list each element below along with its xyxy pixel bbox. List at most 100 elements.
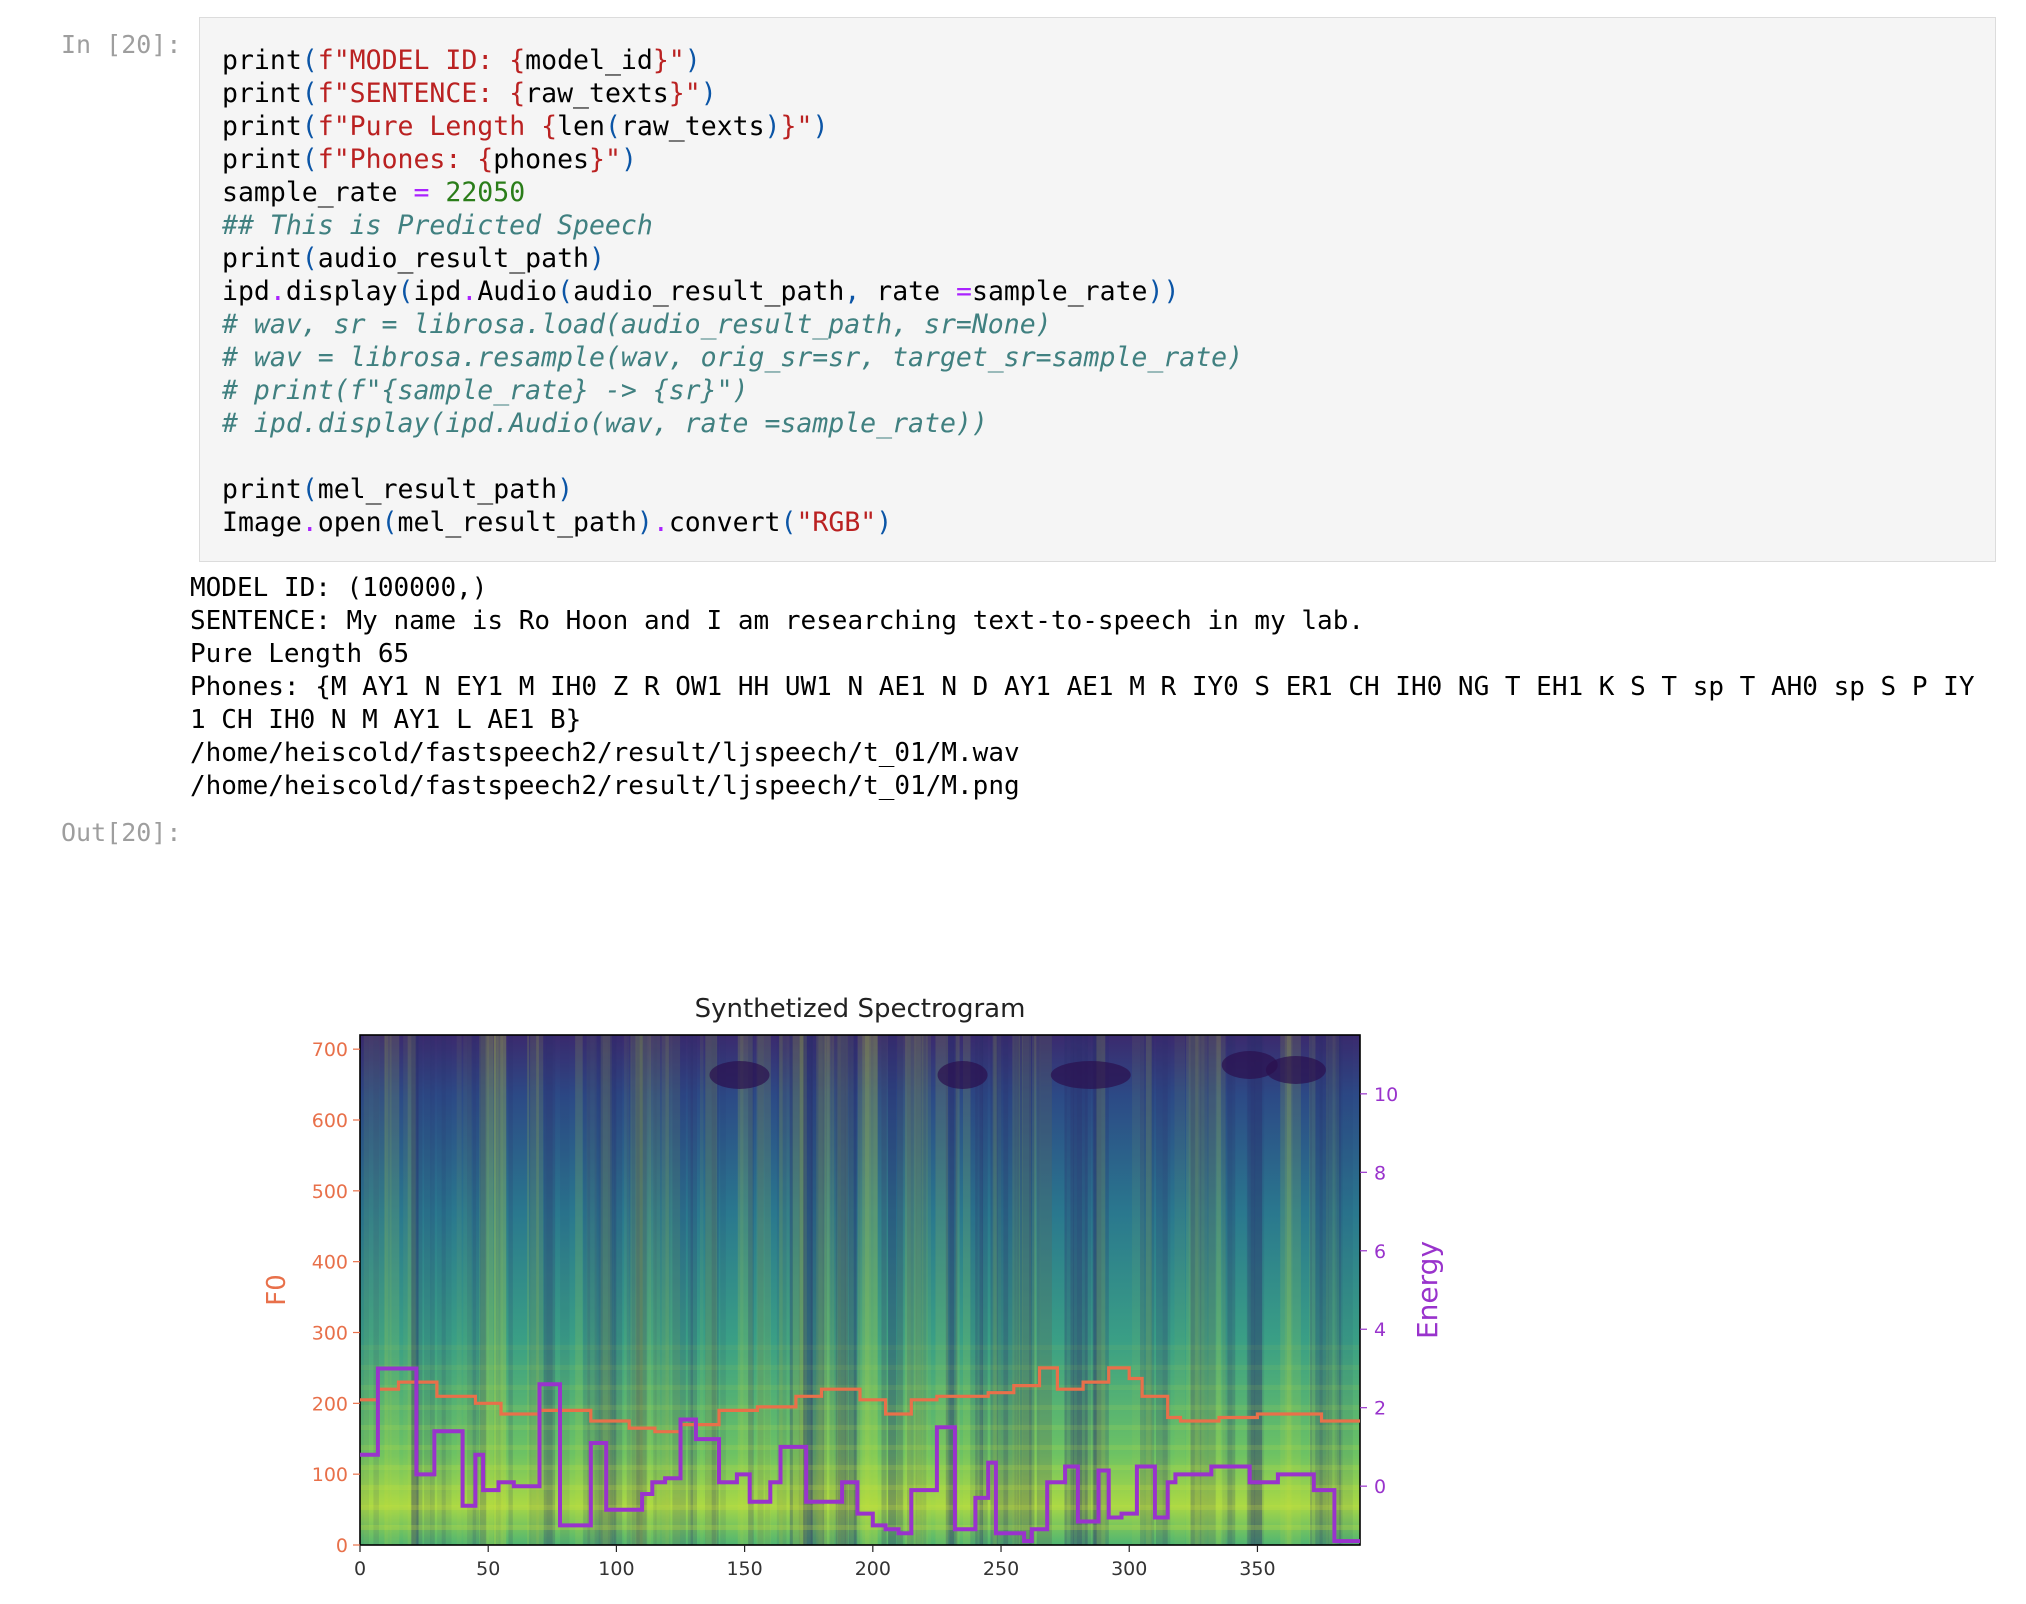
harmonic-band	[360, 1405, 1360, 1410]
output-line: Pure Length 65	[190, 639, 410, 669]
x-tick-label: 350	[1239, 1558, 1275, 1580]
code-token: mel_result_path	[317, 474, 558, 505]
x-tick-label: 50	[476, 1558, 500, 1580]
output-line: 1 CH IH0 N M AY1 L AE1 B}	[190, 705, 582, 735]
code-token: (	[301, 111, 318, 142]
code-token: (	[301, 144, 318, 175]
y-left-axis-label: F0	[262, 1274, 292, 1306]
harmonic-band	[360, 1345, 1360, 1350]
code-token: Image	[222, 507, 302, 538]
spectrogram-dark-spot	[1265, 1056, 1326, 1084]
code-token: =	[413, 177, 430, 208]
code-token: ,	[844, 276, 877, 307]
code-token: len	[557, 111, 605, 142]
code-line: print(audio_result_path)	[222, 242, 1243, 275]
code-token: print	[222, 45, 302, 76]
code-token: ipd	[222, 276, 270, 307]
code-line: ipd.display(ipd.Audio(audio_result_path,…	[222, 275, 1243, 308]
code-token: print	[222, 78, 302, 109]
output-line: /home/heiscold/fastspeech2/result/ljspee…	[190, 771, 1020, 801]
code-line: # ipd.display(ipd.Audio(wav, rate =sampl…	[222, 407, 1243, 440]
code-token: )	[764, 111, 781, 142]
code-token: (	[397, 276, 414, 307]
output-line: Phones: {M AY1 N EY1 M IH0 Z R OW1 HH UW…	[190, 672, 1975, 702]
code-token: "	[604, 144, 621, 175]
code-token: open	[317, 507, 382, 538]
y-left-tick-label: 200	[312, 1393, 348, 1415]
code-token: audio_result_path	[317, 243, 589, 274]
input-prompt: In [20]:	[61, 30, 182, 59]
harmonic-band	[360, 1425, 1360, 1430]
y-left-tick-label: 500	[312, 1181, 348, 1203]
y-right-tick-label: 10	[1374, 1084, 1398, 1106]
y-right-tick-label: 4	[1374, 1319, 1386, 1341]
y-left-tick-label: 0	[336, 1535, 348, 1557]
code-token: convert	[668, 507, 781, 538]
code-line: print(f"SENTENCE: {raw_texts}")	[222, 77, 1243, 110]
code-token: phones	[493, 144, 589, 175]
code-token: mel_result_path	[397, 507, 637, 538]
code-content[interactable]: print(f"MODEL ID: {model_id}") print(f"SE…	[222, 44, 1243, 539]
code-line: print(f"Pure Length {len(raw_texts)}")	[222, 110, 1243, 143]
output-line: SENTENCE: My name is Ro Hoon and I am re…	[190, 606, 1364, 636]
code-token: # ipd.display(ipd.Audio(wav, rate =sampl…	[222, 408, 988, 439]
code-token: )	[684, 45, 701, 76]
x-tick-label: 200	[855, 1558, 891, 1580]
code-line: # print(f"{sample_rate} -> {sr}")	[222, 374, 1243, 407]
code-token: (	[780, 507, 797, 538]
y-right-tick-label: 0	[1374, 1476, 1386, 1498]
code-token: (	[557, 276, 574, 307]
code-token: model_id	[525, 45, 653, 76]
x-tick-label: 250	[983, 1558, 1019, 1580]
chart-title: Synthetized Spectrogram	[695, 994, 1026, 1024]
spectrogram-chart: Synthetized Spectrogram0 50 100 150 200 250 30…	[262, 994, 1444, 1580]
code-token: )	[620, 144, 637, 175]
y-right-tick-label: 8	[1374, 1162, 1386, 1184]
code-line: # wav = librosa.resample(wav, orig_sr=sr…	[222, 341, 1243, 374]
code-token: .	[461, 276, 478, 307]
harmonic-band	[360, 1365, 1360, 1370]
code-token: (	[301, 474, 318, 505]
x-tick-label: 0	[354, 1558, 366, 1580]
code-token: ipd	[413, 276, 462, 307]
code-token: print	[222, 144, 302, 175]
x-tick-label: 300	[1111, 1558, 1147, 1580]
code-token: print	[222, 243, 302, 274]
stdout-output: MODEL ID: (100000,) SENTENCE: My name is …	[190, 572, 1974, 803]
code-token: raw_texts	[525, 78, 669, 109]
y-right-tick-label: 6	[1374, 1241, 1386, 1263]
code-editor[interactable]: print(f"MODEL ID: {model_id}") print(f"SE…	[199, 17, 1996, 562]
code-token: sample_rate	[222, 177, 414, 208]
y-left-tick-label: 300	[312, 1323, 348, 1345]
y-left-tick-label: 700	[312, 1039, 348, 1061]
code-token: ## This is Predicted Speech	[222, 210, 653, 241]
harmonic-band	[360, 1505, 1360, 1510]
code-token: # wav = librosa.resample(wav, orig_sr=sr…	[222, 342, 1244, 373]
code-token: f"MODEL ID:	[317, 45, 510, 76]
code-token: # wav, sr = librosa.load(audio_result_pa…	[222, 309, 1052, 340]
code-line: print(mel_result_path)	[222, 473, 1243, 506]
harmonic-band	[360, 1525, 1360, 1530]
code-token: }	[652, 45, 669, 76]
y-right-tick-label: 2	[1374, 1398, 1386, 1420]
code-token: .	[652, 507, 669, 538]
code-token: }	[780, 111, 797, 142]
y-left-tick-label: 400	[312, 1252, 348, 1274]
spectrogram-dark-spot	[937, 1061, 988, 1089]
code-token: 22050	[445, 177, 526, 208]
code-token: {	[509, 45, 526, 76]
code-token: f"Phones:	[317, 144, 478, 175]
code-line: # wav, sr = librosa.load(audio_result_pa…	[222, 308, 1243, 341]
code-line: ## This is Predicted Speech	[222, 209, 1243, 242]
spectrogram-dark-spot	[1050, 1061, 1131, 1089]
harmonic-band	[360, 1445, 1360, 1450]
code-line: print(f"Phones: {phones}")	[222, 143, 1243, 176]
code-token: sample_rate	[972, 276, 1148, 307]
y-left-tick-label: 600	[312, 1110, 348, 1132]
code-token: f"SENTENCE:	[317, 78, 510, 109]
code-token: }	[589, 144, 605, 175]
spectrogram-dark-spot	[709, 1061, 770, 1089]
output-line: MODEL ID: (100000,)	[190, 573, 488, 603]
code-token: audio_result_path	[573, 276, 845, 307]
